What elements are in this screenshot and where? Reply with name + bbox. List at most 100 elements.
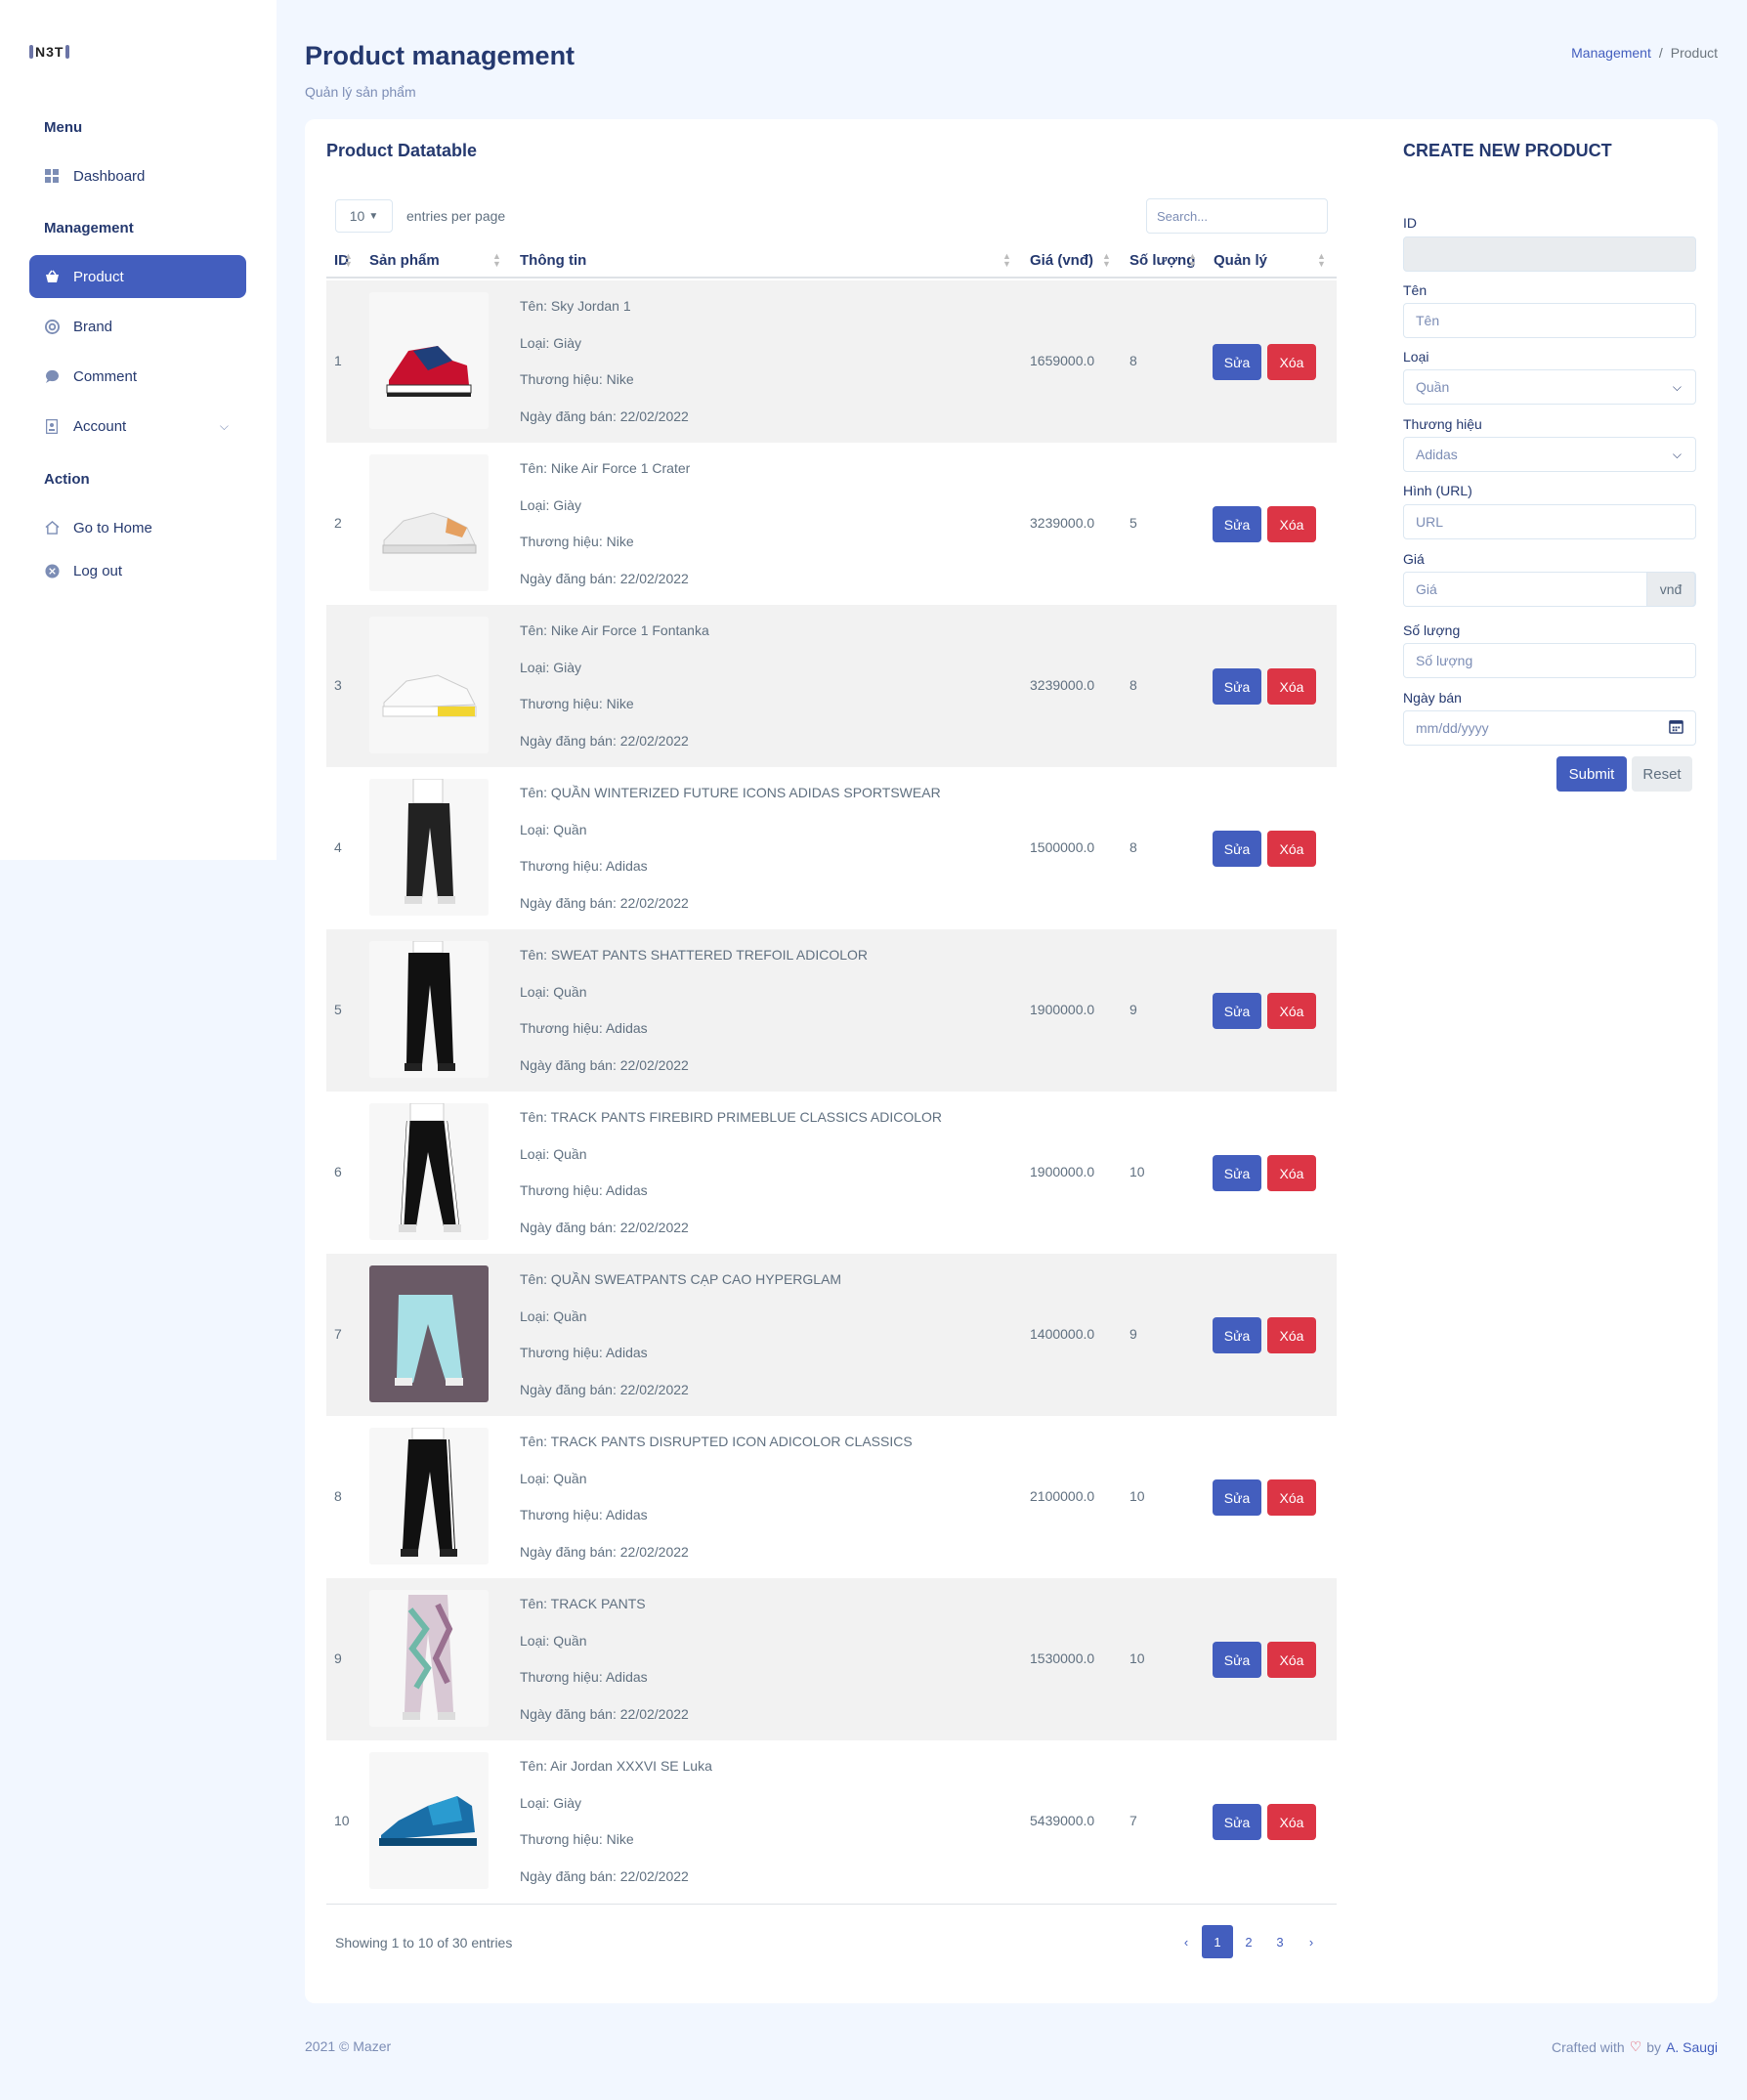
management-title: Management xyxy=(44,220,134,236)
edit-button[interactable]: Sửa xyxy=(1213,506,1261,542)
sort-icon[interactable]: ▲ ▼ xyxy=(492,252,501,269)
type-label: Loại xyxy=(1403,349,1429,364)
edit-button[interactable]: Sửa xyxy=(1213,831,1261,867)
table-row: 8 Tên: TRACK PANTS DISRUPTED ICON ADICOL… xyxy=(326,1416,1337,1578)
id-field xyxy=(1403,236,1696,272)
table-header: ID ▲ ▼ Sản phẩm ▲ ▼ Thông tin ▲ ▼ Giá (vnđ)… xyxy=(326,244,1337,279)
product-image xyxy=(369,779,489,916)
sort-icon[interactable]: ▲ ▼ xyxy=(344,252,353,269)
delete-button[interactable]: Xóa xyxy=(1267,344,1316,380)
delete-button[interactable]: Xóa xyxy=(1267,1642,1316,1678)
sort-icon[interactable]: ▲ ▼ xyxy=(1188,252,1197,269)
sidebar-item-logout[interactable]: Log out xyxy=(29,549,246,592)
date-field[interactable]: mm/dd/yyyy xyxy=(1403,710,1696,746)
edit-button[interactable]: Sửa xyxy=(1213,1804,1261,1840)
product-name: Tên: QUẦN SWEATPANTS CẠP CAO HYPERGLAM xyxy=(520,1271,842,1287)
logo-mark-icon xyxy=(65,45,70,59)
product-name: Tên: Nike Air Force 1 Crater xyxy=(520,460,691,476)
sidebar-item-brand[interactable]: Brand xyxy=(29,305,246,348)
sidebar-item-comment[interactable]: Comment xyxy=(29,355,246,398)
page-button-1[interactable]: 1 xyxy=(1202,1925,1233,1958)
col-manage[interactable]: Quản lý xyxy=(1214,252,1267,269)
sidebar-item-label: Brand xyxy=(73,318,113,335)
table-row: 2 Tên: Nike Air Force 1 Crater Loại: Già… xyxy=(326,443,1337,605)
product-price: 1900000.0 xyxy=(1030,1164,1095,1179)
delete-button[interactable]: Xóa xyxy=(1267,831,1316,867)
sort-icon[interactable]: ▲ ▼ xyxy=(1317,252,1326,269)
product-type: Loại: Quần xyxy=(520,1632,587,1649)
product-date: Ngày đăng bán: 22/02/2022 xyxy=(520,732,689,749)
edit-button[interactable]: Sửa xyxy=(1213,993,1261,1029)
col-price[interactable]: Giá (vnđ) xyxy=(1030,252,1093,269)
delete-button[interactable]: Xóa xyxy=(1267,993,1316,1029)
product-qty: 8 xyxy=(1129,353,1137,368)
product-type: Loại: Giày xyxy=(520,496,582,513)
sidebar-item-dashboard[interactable]: Dashboard xyxy=(29,154,246,197)
delete-button[interactable]: Xóa xyxy=(1267,1155,1316,1191)
product-qty: 8 xyxy=(1129,677,1137,693)
breadcrumb: Management / Product xyxy=(1571,45,1718,61)
sidebar-item-product[interactable]: Product xyxy=(29,255,246,298)
price-field[interactable]: Giá vnđ xyxy=(1403,572,1696,607)
product-info: Tên: SWEAT PANTS SHATTERED TREFOIL ADICO… xyxy=(520,937,868,1084)
breadcrumb-separator: / xyxy=(1658,45,1663,61)
sort-icon[interactable]: ▲ ▼ xyxy=(1002,252,1011,269)
edit-button[interactable]: Sửa xyxy=(1213,344,1261,380)
submit-button[interactable]: Submit xyxy=(1556,756,1627,792)
sidebar-item-account[interactable]: Account ⌵ xyxy=(29,405,246,448)
prev-page-button[interactable]: ‹ xyxy=(1171,1925,1202,1958)
page-button-2[interactable]: 2 xyxy=(1233,1925,1264,1958)
name-field[interactable]: Tên xyxy=(1403,303,1696,338)
entries-select-value: 10 xyxy=(349,208,365,224)
product-brand: Thương hiệu: Adidas xyxy=(520,1182,648,1198)
product-image xyxy=(369,617,489,753)
search-input[interactable]: Search... xyxy=(1146,198,1328,234)
sidebar-item-label: Product xyxy=(73,268,124,285)
calendar-icon[interactable] xyxy=(1669,719,1683,737)
product-price: 1500000.0 xyxy=(1030,839,1095,855)
product-price: 1400000.0 xyxy=(1030,1326,1095,1342)
delete-button[interactable]: Xóa xyxy=(1267,1479,1316,1516)
product-name: Tên: Sky Jordan 1 xyxy=(520,298,631,314)
sidebar-item-label: Account xyxy=(73,417,127,435)
col-product[interactable]: Sản phẩm xyxy=(369,252,440,269)
product-date: Ngày đăng bán: 22/02/2022 xyxy=(520,1867,689,1884)
product-qty: 5 xyxy=(1129,515,1137,531)
delete-button[interactable]: Xóa xyxy=(1267,506,1316,542)
product-type: Loại: Giày xyxy=(520,1794,582,1811)
entries-select[interactable]: 10 ▼ xyxy=(335,199,393,233)
edit-button[interactable]: Sửa xyxy=(1213,668,1261,705)
sidebar-item-label: Log out xyxy=(73,562,123,579)
delete-button[interactable]: Xóa xyxy=(1267,1804,1316,1840)
product-info: Tên: Nike Air Force 1 Fontanka Loại: Già… xyxy=(520,613,709,759)
product-qty: 10 xyxy=(1129,1164,1145,1179)
table-row: 7 Tên: QUẦN SWEATPANTS CẠP CAO HYPERGLAM… xyxy=(326,1254,1337,1416)
table-row: 3 Tên: Nike Air Force 1 Fontanka Loại: G… xyxy=(326,605,1337,767)
image-url-field[interactable]: URL xyxy=(1403,504,1696,539)
type-select[interactable]: Quần ⌵ xyxy=(1403,369,1696,405)
edit-button[interactable]: Sửa xyxy=(1213,1642,1261,1678)
row-id: 8 xyxy=(334,1488,342,1504)
next-page-button[interactable]: › xyxy=(1296,1925,1327,1958)
sidebar-item-go-home[interactable]: Go to Home xyxy=(29,506,246,549)
product-price: 5439000.0 xyxy=(1030,1813,1095,1828)
delete-button[interactable]: Xóa xyxy=(1267,668,1316,705)
brand-select[interactable]: Adidas ⌵ xyxy=(1403,437,1696,472)
edit-button[interactable]: Sửa xyxy=(1213,1317,1261,1353)
type-select-value: Quần xyxy=(1416,379,1450,395)
logo[interactable]: N3T xyxy=(29,43,70,61)
delete-button[interactable]: Xóa xyxy=(1267,1317,1316,1353)
edit-button[interactable]: Sửa xyxy=(1213,1479,1261,1516)
edit-button[interactable]: Sửa xyxy=(1213,1155,1261,1191)
qty-field[interactable]: Số lượng xyxy=(1403,643,1696,678)
product-info: Tên: TRACK PANTS DISRUPTED ICON ADICOLOR… xyxy=(520,1424,913,1570)
col-qty[interactable]: Số lượng xyxy=(1129,252,1195,269)
page-button-3[interactable]: 3 xyxy=(1264,1925,1296,1958)
lifebuoy-icon xyxy=(44,319,60,334)
table-row: 4 Tên: QUẦN WINTERIZED FUTURE ICONS ADID… xyxy=(326,767,1337,929)
reset-button[interactable]: Reset xyxy=(1632,756,1692,792)
col-info[interactable]: Thông tin xyxy=(520,252,586,269)
author-link[interactable]: A. Saugi xyxy=(1666,2039,1718,2055)
breadcrumb-link-management[interactable]: Management xyxy=(1571,45,1651,61)
sort-icon[interactable]: ▲ ▼ xyxy=(1102,252,1111,269)
